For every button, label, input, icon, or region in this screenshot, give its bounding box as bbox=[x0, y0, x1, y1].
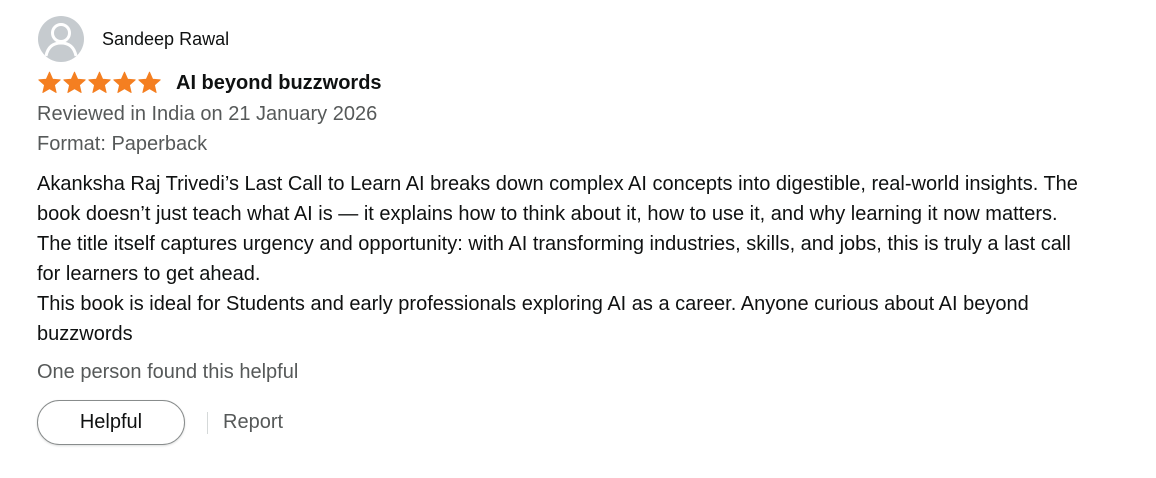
review-body: Akanksha Raj Trivedi’s Last Call to Lear… bbox=[37, 169, 1097, 349]
review-paragraph: This book is ideal for Students and earl… bbox=[37, 293, 1029, 345]
review-actions: Helpful Report bbox=[37, 400, 283, 445]
helpful-count: One person found this helpful bbox=[37, 361, 299, 383]
star-icon bbox=[113, 71, 136, 93]
star-rating[interactable] bbox=[37, 71, 162, 95]
report-link[interactable]: Report bbox=[223, 411, 283, 434]
star-icon bbox=[138, 71, 161, 93]
review-title-row: AI beyond buzzwords bbox=[37, 71, 382, 95]
review-paragraph: Akanksha Raj Trivedi’s Last Call to Lear… bbox=[37, 173, 1078, 285]
customer-review: Sandeep Rawal AI beyond buzzwords Review… bbox=[0, 0, 1156, 478]
reviewer-profile[interactable]: Sandeep Rawal bbox=[38, 16, 229, 62]
review-title[interactable]: AI beyond buzzwords bbox=[176, 72, 382, 95]
divider bbox=[207, 411, 208, 434]
reviewer-name: Sandeep Rawal bbox=[102, 28, 230, 49]
star-icon bbox=[38, 71, 61, 93]
helpful-button[interactable]: Helpful bbox=[37, 400, 185, 445]
review-date: Reviewed in India on 21 January 2026 bbox=[37, 103, 378, 125]
avatar bbox=[38, 16, 84, 62]
user-silhouette-icon bbox=[44, 23, 78, 57]
star-icon bbox=[63, 71, 86, 93]
star-icon bbox=[88, 71, 111, 93]
review-format: Format: Paperback bbox=[37, 133, 208, 155]
